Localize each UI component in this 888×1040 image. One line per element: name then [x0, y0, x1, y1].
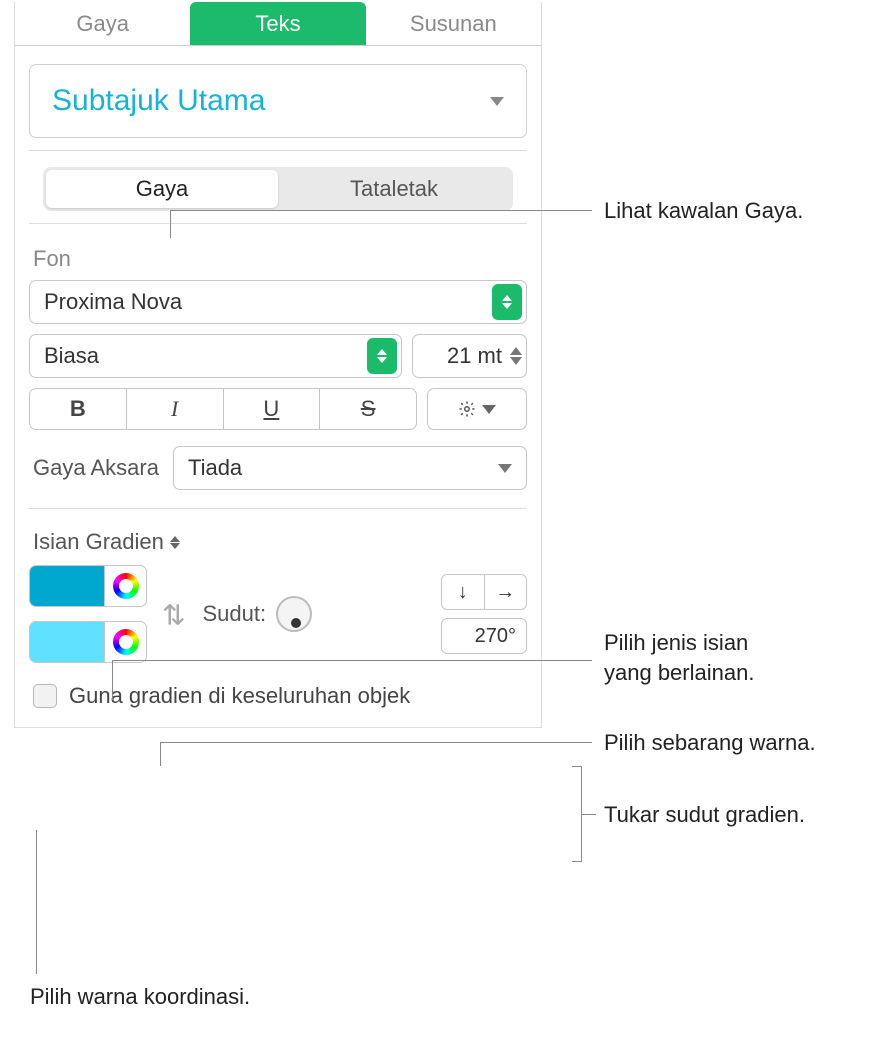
style-layout-segmented: Gaya Tataletak [43, 167, 513, 211]
tab-style[interactable]: Gaya [15, 2, 190, 45]
paragraph-style-name: Subtajuk Utama [52, 84, 265, 118]
char-style-value: Tiada [188, 455, 242, 481]
callout-coord-color: Pilih warna koordinasi. [30, 982, 250, 1012]
font-weight-value: Biasa [44, 343, 99, 369]
direction-down-button[interactable]: ↓ [442, 575, 485, 609]
font-weight-select[interactable]: Biasa [29, 334, 402, 378]
callout-lead [160, 742, 161, 766]
chevron-down-icon [482, 405, 496, 414]
bold-button[interactable]: B [30, 389, 127, 429]
gear-icon [458, 400, 476, 418]
callout-any-color: Pilih sebarang warna. [604, 728, 816, 758]
color-picker-button[interactable] [104, 566, 146, 606]
apply-gradient-label: Guna gradien di keseluruhan objek [69, 683, 410, 709]
callout-lead [36, 830, 37, 974]
chevron-down-icon [498, 464, 512, 473]
strikethrough-button[interactable]: S [320, 389, 416, 429]
font-family-value: Proxima Nova [44, 289, 182, 315]
paragraph-style-dropdown[interactable]: Subtajuk Utama [29, 64, 527, 138]
callout-lead [112, 660, 113, 700]
chevron-down-icon [490, 97, 504, 106]
angle-value: 270° [475, 625, 516, 648]
char-style-label: Gaya Aksara [33, 455, 159, 481]
gradient-stops [29, 565, 147, 663]
callout-angle: Tukar sudut gradien. [604, 800, 805, 830]
callout-fill-type: Pilih jenis isian yang berlainan. [604, 628, 754, 687]
callout-bracket [572, 766, 582, 862]
char-style-select[interactable]: Tiada [173, 446, 527, 490]
callout-lead [582, 814, 596, 815]
callout-lead [170, 210, 171, 238]
segment-layout[interactable]: Tataletak [278, 170, 510, 208]
select-stepper-icon [492, 284, 522, 320]
apply-gradient-whole-object-checkbox[interactable] [33, 684, 57, 708]
color-picker-button[interactable] [104, 622, 146, 662]
divider [29, 150, 527, 151]
color-wheel-icon [113, 573, 139, 599]
select-stepper-icon [367, 338, 397, 374]
callout-lead [170, 210, 592, 211]
fill-type-label: Isian Gradien [33, 529, 164, 555]
double-chevron-icon [170, 536, 180, 549]
inspector-tabs: Gaya Teks Susunan [15, 2, 541, 46]
advanced-options-button[interactable] [427, 388, 527, 430]
fill-type-select[interactable]: Isian Gradien [33, 529, 523, 555]
gradient-direction-toggle: ↓ → [441, 574, 527, 610]
font-section-label: Fon [33, 246, 523, 272]
color-wheel-icon [113, 629, 139, 655]
font-size-field[interactable]: 21 mt [412, 334, 527, 378]
gradient-color-1[interactable] [29, 565, 147, 607]
callout-style-controls: Lihat kawalan Gaya. [604, 196, 803, 226]
angle-field[interactable]: 270° [441, 618, 527, 654]
gradient-color-2[interactable] [29, 621, 147, 663]
swap-colors-button[interactable]: ⇄ [158, 602, 191, 625]
font-family-select[interactable]: Proxima Nova [29, 280, 527, 324]
tab-arrange[interactable]: Susunan [366, 2, 541, 45]
divider [29, 508, 527, 509]
segment-style[interactable]: Gaya [46, 170, 278, 208]
direction-right-button[interactable]: → [485, 575, 527, 609]
divider [29, 223, 527, 224]
font-size-value: 21 mt [447, 343, 502, 369]
color-swatch[interactable] [30, 566, 104, 606]
tab-text[interactable]: Teks [190, 2, 365, 45]
callout-lead [160, 742, 592, 743]
text-inspector: Gaya Teks Susunan Subtajuk Utama Gaya Ta… [14, 2, 542, 728]
color-swatch[interactable] [30, 622, 104, 662]
angle-label: Sudut: [202, 601, 266, 627]
underline-button[interactable]: U [224, 389, 321, 429]
font-size-stepper[interactable] [510, 347, 522, 365]
callout-lead [112, 660, 592, 661]
angle-dial[interactable] [276, 596, 312, 632]
italic-button[interactable]: I [127, 389, 224, 429]
text-style-buttons: B I U S [29, 388, 417, 430]
